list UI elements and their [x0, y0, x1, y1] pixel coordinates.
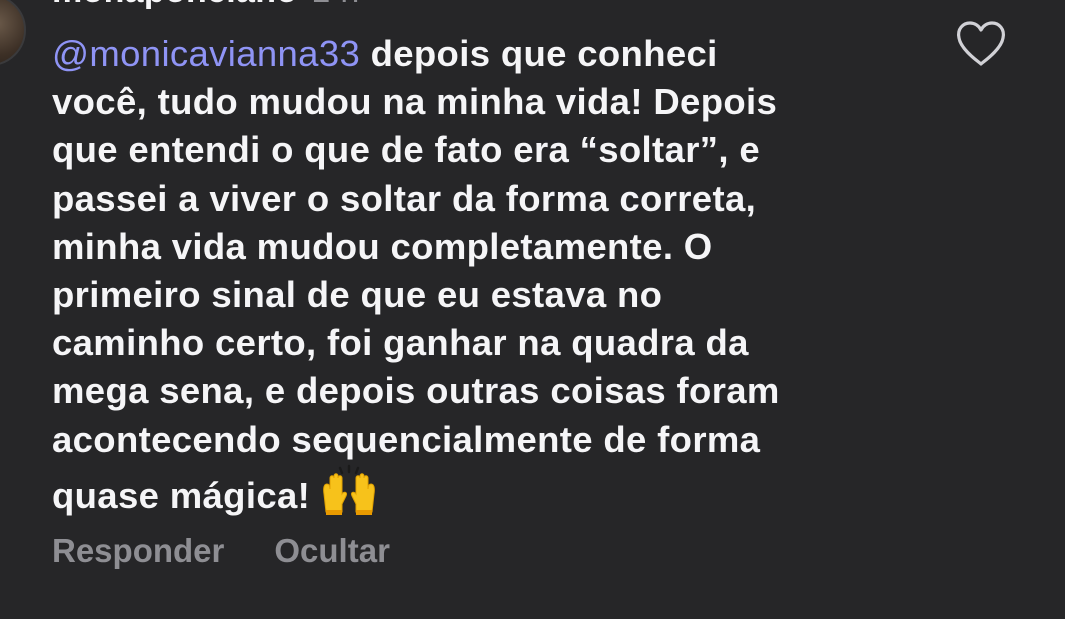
like-button[interactable] [955, 20, 1007, 68]
raising-hands-emoji [323, 464, 376, 515]
username[interactable]: monaponciano [52, 0, 297, 10]
mention-link[interactable]: @monicavianna33 [52, 33, 360, 74]
comment-line: minha vida mudou completamente. O [52, 225, 713, 267]
comment-line: que entendi o que de fato era “soltar”, … [52, 129, 760, 171]
comment-line-text: depois que conheci [360, 33, 718, 74]
comment-time: 1 h [311, 0, 359, 10]
comment-line: você, tudo mudou na minha vida! Depois [52, 81, 778, 123]
comment-line: primeiro sinal de que eu estava no [52, 274, 663, 316]
comment-line: @monicavianna33 depois que conheci [52, 30, 932, 78]
comment-line: acontecendo sequencialmente de forma [52, 418, 761, 460]
hide-button[interactable]: Ocultar [274, 532, 390, 570]
comment-line: quase mágica! [52, 464, 932, 520]
comment-line: passei a viver o soltar da forma correta… [52, 177, 757, 219]
avatar[interactable] [0, 0, 26, 66]
comment-text: @monicavianna33 depois que conheci você,… [52, 30, 932, 520]
comment-line-text: quase mágica! [52, 474, 311, 516]
comment-line: mega sena, e depois outras coisas foram [52, 370, 780, 412]
comment-actions: Responder Ocultar [52, 532, 390, 570]
comment-header: monaponciano 1 h [52, 0, 360, 11]
heart-outline-icon [957, 21, 1005, 66]
comment-line: caminho certo, foi ganhar na quadra da [52, 322, 749, 364]
reply-button[interactable]: Responder [52, 532, 224, 570]
